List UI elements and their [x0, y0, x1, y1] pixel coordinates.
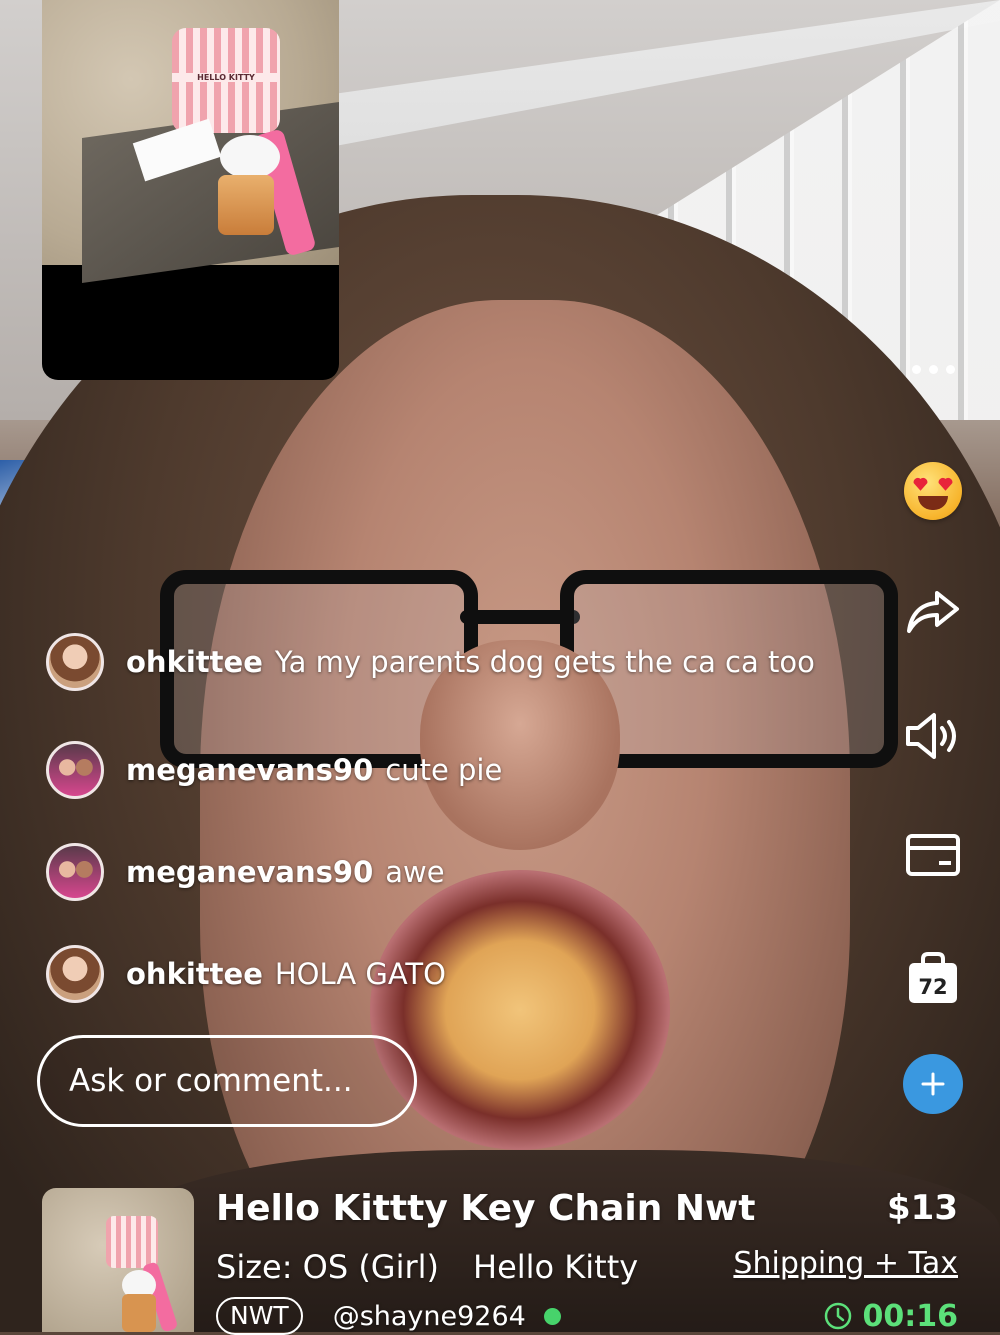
- keychain-card-label: HELLO KITTY: [172, 73, 280, 82]
- plus-icon: [921, 1072, 945, 1096]
- share-arrow-icon: [907, 591, 959, 633]
- timer-value: 00:16: [862, 1298, 959, 1334]
- chat-message-text: ohkittee Ya my parents dog gets the ca ca…: [126, 645, 815, 679]
- product-brand: Hello Kitty: [473, 1248, 639, 1286]
- shipping-tax-link[interactable]: Shipping + Tax: [733, 1246, 958, 1281]
- heart-eyes-emoji-icon: [904, 462, 962, 520]
- chat-message-text: meganevans90 awe: [126, 855, 445, 889]
- product-meta: NWT @shayne9264: [216, 1297, 561, 1335]
- live-status-dot: [543, 1307, 561, 1325]
- more-dots-icon[interactable]: [903, 356, 963, 382]
- chat-message: meganevans90 cute pie: [46, 738, 502, 802]
- seller-handle[interactable]: @shayne9264: [333, 1301, 526, 1332]
- product-size: Size: OS (Girl): [216, 1248, 440, 1286]
- chat-body: cute pie: [385, 753, 503, 787]
- condition-badge: NWT: [216, 1297, 303, 1335]
- chat-message: ohkittee HOLA GATO: [46, 942, 446, 1006]
- chat-message: meganevans90 awe: [46, 840, 445, 904]
- pip-product-photo: HELLO KITTY: [42, 0, 339, 284]
- chat-username[interactable]: meganevans90: [126, 753, 373, 787]
- shopping-bag-icon: 72: [909, 952, 957, 1003]
- chat-body: HOLA GATO: [274, 957, 446, 991]
- chat-body: awe: [385, 855, 445, 889]
- keychain-card: HELLO KITTY: [172, 28, 280, 133]
- chat-message: ohkittee Ya my parents dog gets the ca ca…: [46, 630, 815, 694]
- product-price: $13: [887, 1188, 958, 1228]
- keychain-head: [220, 135, 280, 179]
- sound-toggle-button[interactable]: [902, 708, 964, 764]
- chat-username[interactable]: ohkittee: [126, 957, 263, 991]
- avatar[interactable]: [46, 945, 104, 1003]
- add-button[interactable]: [903, 1054, 963, 1114]
- credit-card-icon: [906, 834, 960, 876]
- bag-count-badge: 72: [918, 975, 947, 999]
- chat-username[interactable]: meganevans90: [126, 855, 373, 889]
- clock-icon: [824, 1302, 851, 1330]
- avatar[interactable]: [46, 633, 104, 691]
- shopping-bag-button[interactable]: 72: [902, 950, 964, 1006]
- product-thumbnail[interactable]: [42, 1188, 194, 1332]
- comment-input[interactable]: Ask or comment...: [37, 1035, 417, 1127]
- chat-message-text: ohkittee HOLA GATO: [126, 957, 446, 991]
- chat-message-text: meganevans90 cute pie: [126, 753, 502, 787]
- keychain-popsicle: [218, 175, 274, 235]
- auction-timer: 00:16: [823, 1298, 959, 1334]
- host-mouth: [370, 870, 670, 1150]
- reaction-button[interactable]: [900, 458, 966, 524]
- share-button[interactable]: [902, 584, 964, 640]
- chat-username[interactable]: ohkittee: [126, 645, 263, 679]
- comment-placeholder: Ask or comment...: [69, 1063, 353, 1099]
- payment-button[interactable]: [902, 828, 964, 882]
- product-details: Size: OS (Girl) Hello Kitty: [216, 1248, 638, 1286]
- avatar[interactable]: [46, 843, 104, 901]
- speaker-icon: [906, 713, 956, 759]
- avatar[interactable]: [46, 741, 104, 799]
- product-preview-pip[interactable]: HELLO KITTY: [42, 0, 339, 380]
- chat-body: Ya my parents dog gets the ca ca too: [274, 645, 815, 679]
- product-title[interactable]: Hello Kittty Key Chain Nwt: [216, 1188, 755, 1229]
